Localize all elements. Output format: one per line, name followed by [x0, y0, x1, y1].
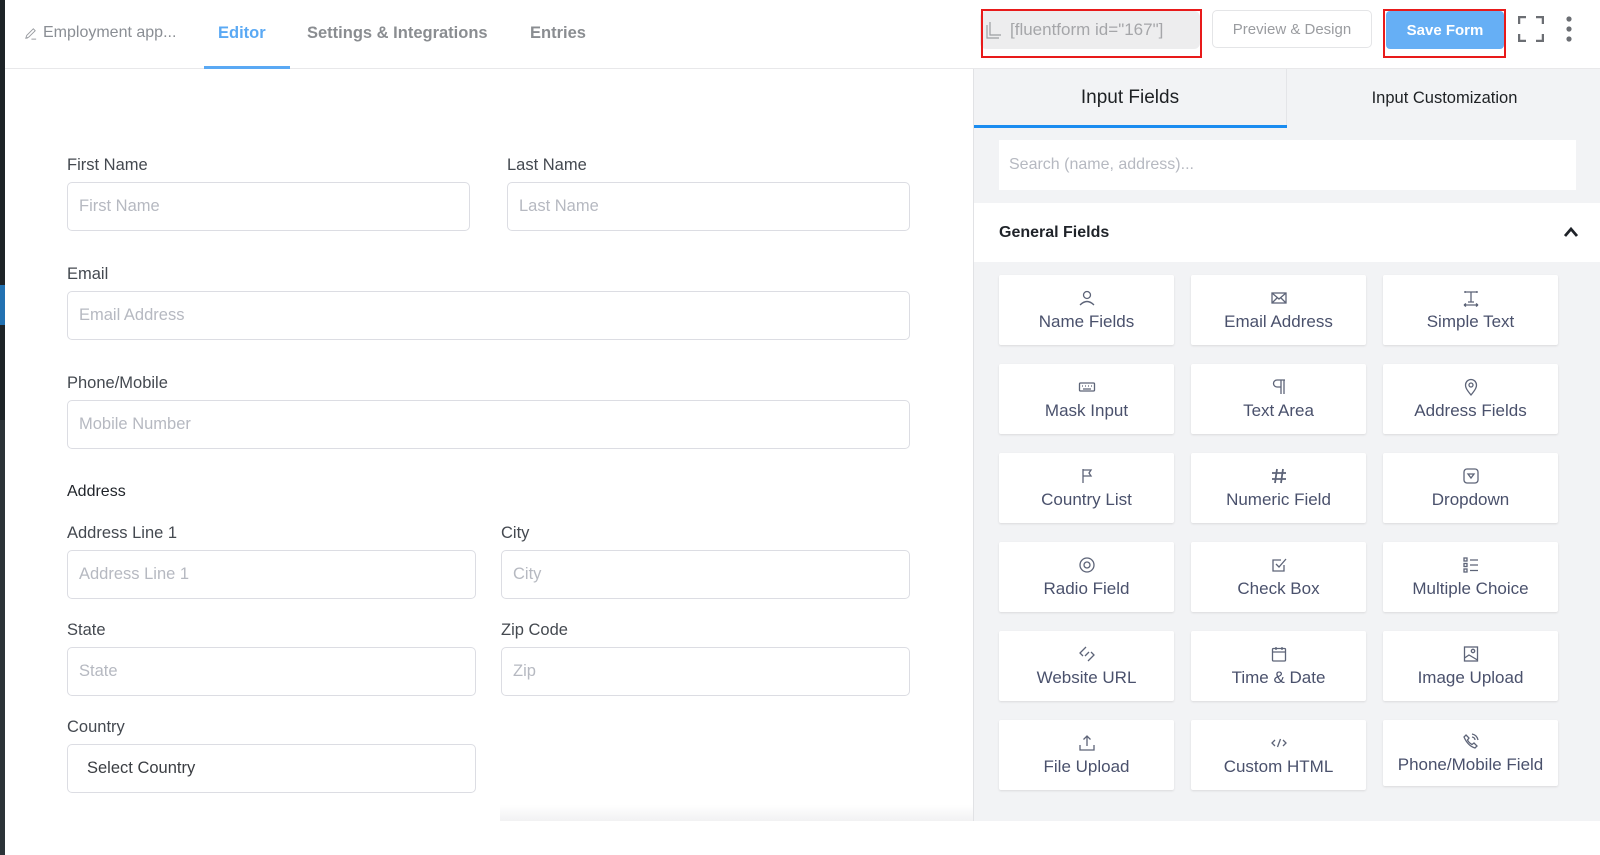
calendar-icon — [1271, 646, 1286, 662]
zip-input[interactable]: Zip — [501, 647, 910, 696]
map-pin-icon — [1464, 378, 1477, 396]
field-label: Website URL — [1036, 667, 1137, 687]
more-options-icon[interactable] — [1564, 15, 1574, 43]
dropdown-icon — [1462, 467, 1479, 484]
field-name-fields[interactable]: Name Fields — [999, 275, 1174, 345]
tab-entries[interactable]: Entries — [530, 24, 586, 43]
phone-icon — [1462, 732, 1479, 749]
city-input[interactable]: City — [501, 550, 910, 599]
field-custom-html[interactable]: Custom HTML — [1191, 720, 1366, 790]
chevron-up-icon[interactable] — [1563, 226, 1579, 238]
editor-header: Employment app... Editor Settings & Inte… — [5, 0, 1600, 69]
field-numeric-field[interactable]: Numeric Field — [1191, 453, 1366, 523]
canvas-bottom-shadow — [500, 805, 973, 821]
image-icon — [1463, 645, 1478, 662]
field-address-fields[interactable]: Address Fields — [1383, 364, 1558, 434]
form-title[interactable]: Employment app... — [23, 24, 176, 42]
field-label: Multiple Choice — [1412, 578, 1529, 598]
address-line1-label: Address Line 1 — [67, 524, 178, 542]
list-icon — [1462, 556, 1478, 573]
last-name-label: Last Name — [507, 156, 587, 174]
tab-input-customization[interactable]: Input Customization — [1288, 69, 1600, 127]
field-label: Text Area — [1243, 400, 1314, 420]
paragraph-icon — [1272, 378, 1285, 394]
tab-input-fields[interactable]: Input Fields — [974, 69, 1287, 127]
field-label: Image Upload — [1417, 667, 1524, 687]
field-label: Email Address — [1224, 311, 1333, 331]
field-check-box[interactable]: Check Box — [1191, 542, 1366, 612]
zip-label: Zip Code — [501, 621, 568, 639]
field-text-area[interactable]: Text Area — [1191, 364, 1366, 434]
highlight-box-shortcode — [981, 9, 1202, 58]
envelope-icon — [1270, 291, 1287, 304]
field-label: File Upload — [1043, 756, 1130, 776]
field-dropdown[interactable]: Dropdown — [1383, 453, 1558, 523]
field-search-input[interactable]: Search (name, address)... — [999, 140, 1576, 190]
field-simple-text[interactable]: Simple Text — [1383, 275, 1558, 345]
highlight-box-save — [1383, 9, 1506, 58]
field-file-upload[interactable]: File Upload — [999, 720, 1174, 790]
address-section-label: Address — [67, 483, 126, 500]
field-label: Time & Date — [1231, 667, 1326, 687]
upload-icon — [1078, 734, 1095, 751]
city-label: City — [501, 524, 530, 542]
checkbox-icon — [1271, 558, 1286, 572]
sidebar-active-tab-indicator — [974, 125, 1287, 128]
form-canvas: First Name First Name Last Name Last Nam… — [5, 69, 973, 821]
user-icon — [1079, 290, 1094, 305]
email-label: Email — [67, 265, 109, 283]
field-label: Dropdown — [1431, 489, 1510, 509]
phone-label: Phone/Mobile — [67, 374, 168, 392]
field-label: Mask Input — [1044, 400, 1129, 420]
field-country-list[interactable]: Country List — [999, 453, 1174, 523]
field-label: Simple Text — [1426, 311, 1515, 331]
field-phone-mobile[interactable]: Phone/Mobile Field — [1383, 720, 1558, 786]
tab-editor[interactable]: Editor — [218, 24, 266, 43]
last-name-input[interactable]: Last Name — [507, 182, 910, 231]
form-title-text: Employment app... — [43, 24, 177, 41]
first-name-label: First Name — [67, 156, 148, 174]
pencil-icon — [25, 27, 37, 40]
field-label: Radio Field — [1043, 578, 1130, 598]
code-icon — [1270, 738, 1287, 747]
field-label: Numeric Field — [1226, 489, 1331, 509]
keyboard-icon — [1078, 381, 1095, 392]
link-icon — [1078, 646, 1095, 661]
field-label: Phone/Mobile Field — [1397, 754, 1544, 774]
tab-settings-integrations[interactable]: Settings & Integrations — [307, 24, 488, 43]
email-input[interactable]: Email Address — [67, 291, 910, 340]
hash-icon — [1271, 468, 1286, 483]
field-image-upload[interactable]: Image Upload — [1383, 631, 1558, 701]
text-icon — [1463, 290, 1478, 307]
country-label: Country — [67, 718, 125, 736]
field-label: Name Fields — [1038, 311, 1135, 331]
field-radio-field[interactable]: Radio Field — [999, 542, 1174, 612]
field-mask-input[interactable]: Mask Input — [999, 364, 1174, 434]
radio-icon — [1078, 556, 1095, 573]
field-email-address[interactable]: Email Address — [1191, 275, 1366, 345]
field-label: Address Fields — [1414, 400, 1527, 420]
first-name-input[interactable]: First Name — [67, 182, 470, 231]
preview-design-button[interactable]: Preview & Design — [1212, 10, 1372, 48]
general-fields-header[interactable]: General Fields — [974, 203, 1600, 262]
flag-icon — [1081, 468, 1092, 483]
field-label: Custom HTML — [1223, 756, 1334, 776]
state-input[interactable]: State — [67, 647, 476, 696]
country-select[interactable]: Select Country — [67, 744, 476, 793]
field-website-url[interactable]: Website URL — [999, 631, 1174, 701]
fullscreen-icon[interactable] — [1518, 16, 1544, 42]
field-time-date[interactable]: Time & Date — [1191, 631, 1366, 701]
field-label: Check Box — [1237, 578, 1320, 598]
phone-input[interactable]: Mobile Number — [67, 400, 910, 449]
field-label: Country List — [1041, 489, 1132, 509]
fields-sidebar: Input Fields Input Customization Search … — [973, 69, 1600, 821]
general-fields-title: General Fields — [999, 223, 1110, 241]
field-multiple-choice[interactable]: Multiple Choice — [1383, 542, 1558, 612]
address-line1-input[interactable]: Address Line 1 — [67, 550, 476, 599]
state-label: State — [67, 621, 106, 639]
